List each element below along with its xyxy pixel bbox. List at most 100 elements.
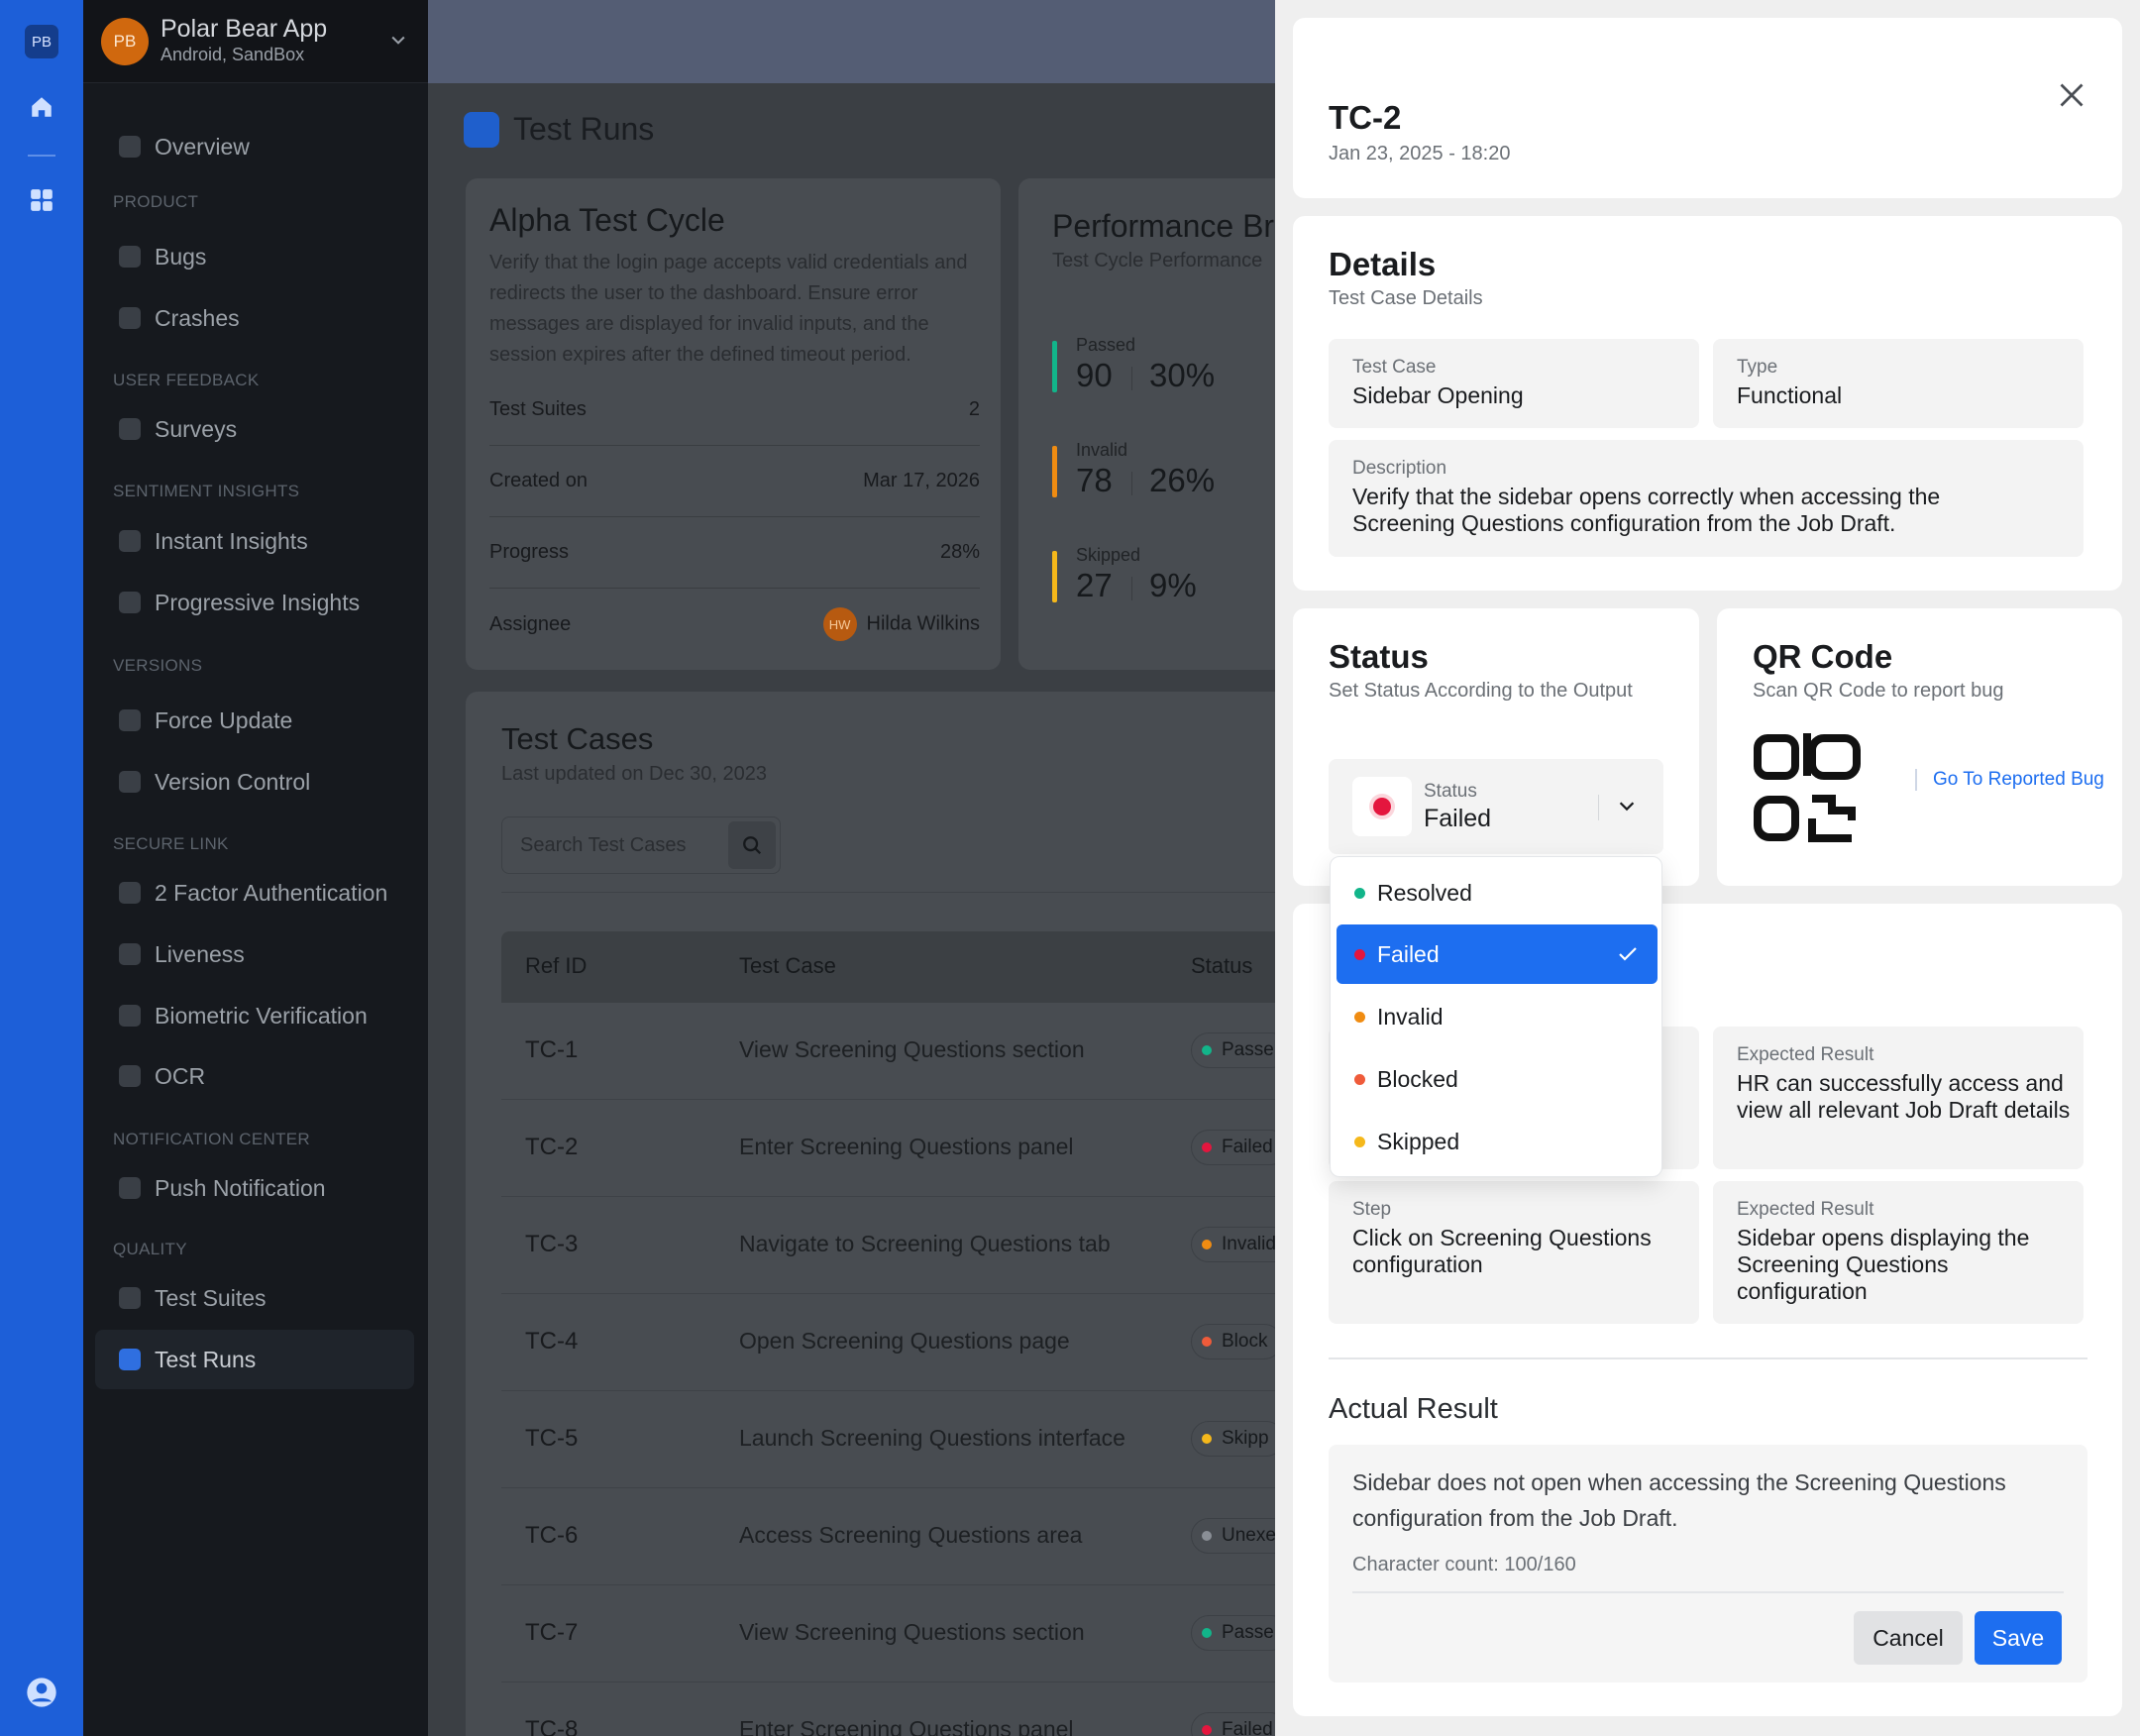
cancel-button[interactable]: Cancel [1854, 1611, 1963, 1665]
status-option-failed[interactable]: Failed [1337, 924, 1658, 984]
home-icon[interactable] [26, 91, 57, 123]
table-row[interactable]: TC-4 Open Screening Questions page Block [501, 1294, 1275, 1391]
table-row[interactable]: TC-6 Access Screening Questions area Unexe [501, 1488, 1275, 1585]
section-quality: QUALITY [113, 1240, 187, 1258]
top-header [428, 0, 1275, 83]
table-row[interactable]: TC-3 Navigate to Screening Questions tab I… [501, 1197, 1275, 1294]
cycle-description: Verify that the login page accepts valid… [489, 252, 968, 366]
apps-grid-icon[interactable] [26, 184, 57, 216]
table-row[interactable]: TC-5 Launch Screening Questions interface… [501, 1391, 1275, 1488]
shield-check-icon [119, 1287, 141, 1309]
status-option-resolved[interactable]: Resolved [1337, 863, 1658, 922]
sidebar-item-test-runs[interactable]: Test Runs [95, 1330, 414, 1389]
stat-bar [1052, 446, 1057, 497]
face-scan-icon [119, 943, 141, 965]
status-option-invalid[interactable]: Invalid [1337, 987, 1658, 1046]
section-sentiment: SENTIMENT INSIGHTS [113, 482, 300, 500]
search-input[interactable]: Search Test Cases [501, 816, 781, 874]
insights-icon [119, 592, 141, 613]
status-option-skipped[interactable]: Skipped [1337, 1112, 1658, 1171]
actual-result-textarea[interactable]: Sidebar does not open when accessing the… [1329, 1445, 2087, 1682]
cycle-suites-row: Test Suites 2 [489, 375, 980, 446]
actual-result-title: Actual Result [1329, 1393, 1498, 1425]
status-dot-icon [1352, 777, 1412, 836]
sidebar-item-overview[interactable]: Overview [95, 117, 414, 176]
qr-title: QR Code [1753, 638, 1893, 675]
sidebar-item-liveness[interactable]: Liveness [95, 924, 414, 984]
sidebar-item-biometric[interactable]: Biometric Verification [95, 986, 414, 1045]
qr-code-icon[interactable] [1753, 733, 1862, 842]
test-case-cell: Navigate to Screening Questions tab [739, 1231, 1111, 1256]
status-select[interactable]: Status Failed [1329, 759, 1663, 854]
status-option-blocked[interactable]: Blocked [1337, 1049, 1658, 1109]
table-header: Ref ID Test Case Status [501, 931, 1275, 1003]
star-icon [119, 418, 141, 440]
status-dropdown-menu: Resolved Failed Invalid Blocked Skipped [1330, 856, 1662, 1177]
section-notification: NOTIFICATION CENTER [113, 1130, 310, 1148]
sidebar-item-ocr[interactable]: OCR [95, 1046, 414, 1106]
sidebar-item-force-update[interactable]: Force Update [95, 691, 414, 750]
test-case-cell: Enter Screening Questions panel [739, 1134, 1074, 1159]
qr-subtitle: Scan QR Code to report bug [1753, 680, 2004, 702]
sidebar-item-2fa[interactable]: 2 Factor Authentication [95, 863, 414, 922]
test-cases-updated: Last updated on Dec 30, 2023 [501, 763, 767, 785]
stat-bar [1052, 341, 1057, 392]
upload-icon [119, 709, 141, 731]
test-case-cell: Open Screening Questions page [739, 1328, 1070, 1354]
assignee-avatar: HW [822, 607, 857, 641]
step-field: Step Click on Screening Questions config… [1329, 1181, 1699, 1324]
sidebar-item-push-notification[interactable]: Push Notification [95, 1158, 414, 1218]
chevron-down-icon[interactable] [388, 30, 408, 50]
sidebar-item-surveys[interactable]: Surveys [95, 399, 414, 459]
status-badge: Unexe [1191, 1518, 1275, 1554]
character-count: Character count: 100/160 [1352, 1554, 1576, 1575]
status-value: Failed [1424, 805, 1492, 832]
app-switcher[interactable]: PB Polar Bear App Android, SandBox [83, 0, 428, 83]
ref-id-cell: TC-4 [525, 1328, 579, 1355]
status-badge: Failed [1191, 1130, 1275, 1165]
fingerprint-icon [119, 1005, 141, 1027]
divider [1329, 1357, 2087, 1359]
bug-icon [119, 246, 141, 268]
test-case-cell: Access Screening Questions area [739, 1522, 1083, 1548]
details-subtitle: Test Case Details [1329, 287, 1483, 309]
sidebar-item-instant-insights[interactable]: Instant Insights [95, 511, 414, 571]
search-button[interactable] [728, 821, 776, 869]
bell-icon [119, 1177, 141, 1199]
expected-result-field: Expected Result Sidebar opens displaying… [1713, 1181, 2084, 1324]
test-cases-title: Test Cases [501, 721, 654, 756]
status-badge: Passe [1191, 1615, 1275, 1651]
sidebar-item-bugs[interactable]: Bugs [95, 227, 414, 286]
status-badge: Block [1191, 1324, 1275, 1359]
section-product: PRODUCT [113, 192, 199, 211]
sidebar-item-crashes[interactable]: Crashes [95, 288, 414, 348]
table-row[interactable]: TC-7 View Screening Questions section Pass… [501, 1585, 1275, 1682]
app-name: Polar Bear App [160, 15, 328, 43]
status-card: Status Set Status According to the Outpu… [1293, 608, 1699, 886]
workspace-logo[interactable]: PB [25, 25, 58, 58]
user-account-icon[interactable] [26, 1677, 57, 1708]
cycle-title: Alpha Test Cycle [489, 202, 725, 238]
cycle-assignee-row: Assignee HW Hilda Wilkins [489, 589, 980, 660]
test-case-cell: View Screening Questions section [739, 1619, 1085, 1645]
sidebar-item-version-control[interactable]: Version Control [95, 752, 414, 812]
shield-icon [119, 882, 141, 904]
test-case-cell: Enter Screening Questions panel [739, 1716, 1074, 1736]
sidebar-item-test-suites[interactable]: Test Suites [95, 1268, 414, 1328]
table-row[interactable]: TC-8 Enter Screening Questions panel Faile… [501, 1682, 1275, 1736]
performance-card: Performance Br Test Cycle Performance Pa… [1018, 178, 1275, 670]
stat-bar [1052, 551, 1057, 602]
page-title: Test Runs [513, 111, 655, 147]
table-row[interactable]: TC-1 View Screening Questions section Pass… [501, 1003, 1275, 1100]
table-row[interactable]: TC-2 Enter Screening Questions panel Faile… [501, 1100, 1275, 1197]
cycle-created-row: Created on Mar 17, 2026 [489, 446, 980, 517]
save-button[interactable]: Save [1975, 1611, 2062, 1665]
close-icon[interactable] [2054, 77, 2089, 113]
status-badge: Passe [1191, 1032, 1275, 1068]
chevron-down-icon[interactable] [1616, 795, 1638, 816]
test-cycle-card: Alpha Test Cycle Verify that the login p… [466, 178, 1001, 670]
overview-icon [119, 136, 141, 158]
status-title: Status [1329, 638, 1429, 675]
go-to-reported-bug-link[interactable]: Go To Reported Bug [1915, 769, 2104, 791]
sidebar-item-progressive-insights[interactable]: Progressive Insights [95, 573, 414, 632]
